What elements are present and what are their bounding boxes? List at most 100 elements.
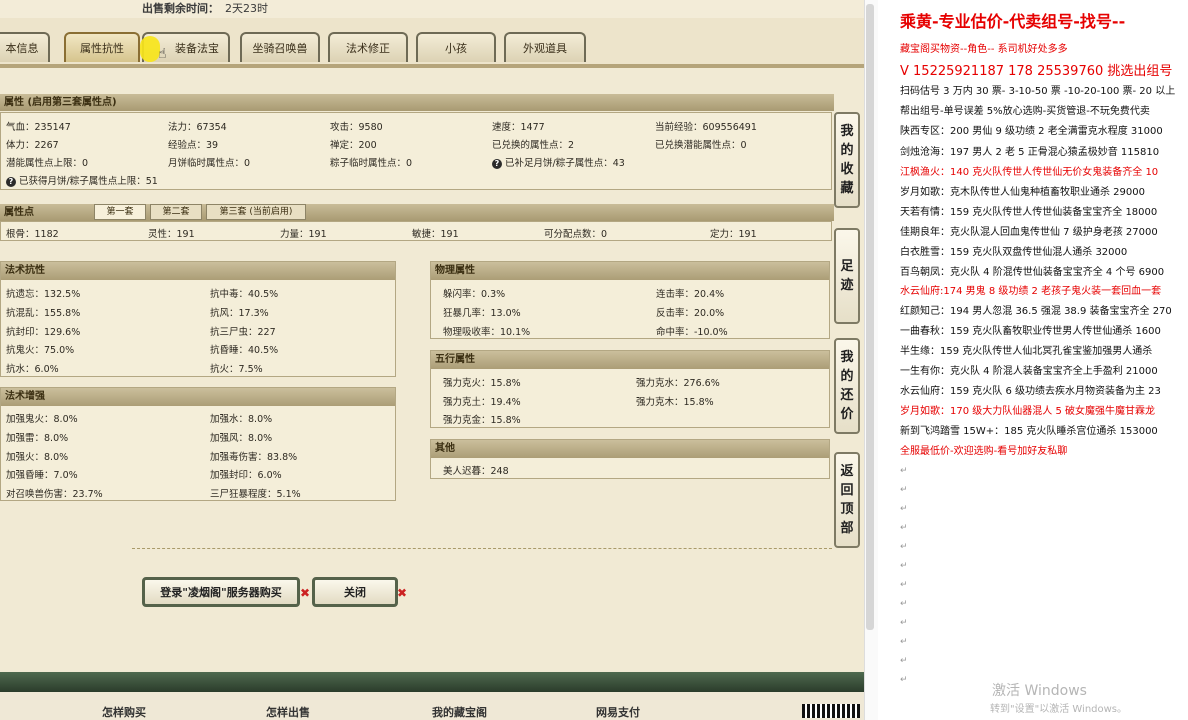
attr-hp: 气血：235147 [6, 122, 71, 133]
resist-ghostfire: 抗鬼火：75.0% [6, 345, 75, 356]
doc-line: 新到飞鸿踏雪 15W+：185 克火队睡杀宫位通杀 153000 [900, 426, 1158, 437]
attr-mooncake-limit: ? 已获得月饼/粽子属性点上限：51 [6, 173, 158, 187]
doc-line: 天若有情：159 克火队传世人传世仙装备宝宝齐全 18000 [900, 207, 1158, 218]
doc-line: 岁月如歌：克木队传世人仙鬼种植畜牧职业通杀 29000 [900, 187, 1145, 198]
help-icon[interactable]: ? [6, 177, 16, 187]
paragraph-mark-icon: ↵ [900, 675, 908, 685]
cursor-highlight [140, 36, 160, 62]
footer-link-how-to-buy[interactable]: 怎样购买 [102, 704, 146, 720]
paragraph-mark-icon: ↵ [900, 580, 908, 590]
phys-combo: 连击率：20.4% [656, 289, 725, 300]
paragraph-mark-icon: ↵ [900, 561, 908, 571]
sale-time-value: 2天23时 [225, 2, 268, 15]
document-pane: 乘黄-专业估价-代卖组号-找号-- 藏宝阁买物资--角色-- 系司机好处多多 V … [878, 0, 1188, 720]
paragraph-mark-icon: ↵ [900, 656, 908, 666]
doc-line: 百鸟朝凤：克火队 4 阶混传世仙装备宝宝齐全 4 个号 6900 [900, 267, 1165, 278]
close-button[interactable]: 关闭 [312, 577, 398, 607]
boost-seal: 加强封印：6.0% [210, 470, 282, 481]
tab-basic-info[interactable]: 本信息 [0, 32, 50, 62]
resist-wind: 抗风：17.3% [210, 308, 269, 319]
tab-attribute-resist[interactable]: 属性抗性 [64, 32, 140, 62]
boost-poison: 加强毒伤害：83.8% [210, 452, 298, 463]
doc-line: 帮出组号-单号误差 5%放心选购-买货管退-不玩免费代卖 [900, 106, 1150, 117]
boost-summon-damage: 对召唤兽伤害：23.7% [6, 489, 103, 500]
boost-box: 法术增强 [0, 387, 396, 501]
doc-line: V 15225921187 178 25539760 挑选出组号 [900, 64, 1173, 79]
scrollbar-thumb[interactable] [866, 4, 874, 630]
tab-appearance[interactable]: 外观道具 [504, 32, 586, 62]
wx-earth: 强力克土：19.4% [443, 397, 521, 408]
wx-metal: 强力克金：15.8% [443, 415, 521, 426]
paragraph-mark-icon: ↵ [900, 637, 908, 647]
resist-header: 法术抗性 [1, 262, 395, 280]
back-to-top-button[interactable]: 返回顶部 [834, 452, 860, 548]
doc-line: 全服最低价-欢迎选购-看号加好友私聊 [900, 446, 1068, 457]
paragraph-mark-icon: ↵ [900, 542, 908, 552]
boost-sanshi-rage: 三尸狂暴程度：5.1% [210, 489, 301, 500]
sale-remaining-time: 出售剩余时间： 2天23时 [142, 0, 268, 16]
boost-water: 加强水：8.0% [210, 414, 273, 425]
resist-sanshi: 抗三尸虫：227 [210, 327, 276, 338]
wx-water: 强力克水：276.6% [636, 378, 720, 389]
tab-spell-correction[interactable]: 法术修正 [328, 32, 408, 62]
divider [132, 548, 832, 549]
attr-attack: 攻击：9580 [330, 122, 383, 133]
subtab-set-3[interactable]: 第三套 (当前启用) [206, 204, 306, 220]
boost-sleep: 加强昏睡：7.0% [6, 470, 78, 481]
attr-zongzi-temp: 粽子临时属性点：0 [330, 158, 413, 169]
paragraph-mark-icon: ↵ [900, 523, 908, 533]
footer-link-netease-pay[interactable]: 网易支付 [596, 704, 640, 720]
paragraph-mark-icon: ↵ [900, 466, 908, 476]
attr-mp: 法力：67354 [168, 122, 227, 133]
wx-wood: 强力克木：15.8% [636, 397, 714, 408]
attr-exp: 当前经验：609556491 [655, 122, 757, 133]
other-header: 其他 [431, 440, 829, 458]
boost-ghostfire: 加强鬼火：8.0% [6, 414, 78, 425]
doc-line: 藏宝阁买物资--角色-- 系司机好处多多 [900, 44, 1068, 55]
doc-line: 佳期良年：克火队混人回血鬼传世仙 7 级护身老孩 27000 [900, 227, 1158, 238]
boost-wind: 加强风：8.0% [210, 433, 273, 444]
doc-line: 白衣胜雪：159 克火队双盘传世仙混人通杀 32000 [900, 247, 1128, 258]
tab-child[interactable]: 小孩 [416, 32, 496, 62]
tab-mount-summon[interactable]: 坐骑召唤兽 [240, 32, 320, 62]
point-assignable: 可分配点数：0 [544, 229, 608, 240]
point-strength: 力量：191 [280, 229, 327, 240]
attr-mooncake-temp: 月饼临时属性点：0 [168, 158, 251, 169]
doc-line: 一生有你：克火队 4 阶混人装备宝宝齐全上手盈利 21000 [900, 366, 1158, 377]
bottom-bar [0, 672, 864, 692]
mouse-cursor-icon: ☝ [158, 46, 167, 62]
subtab-set-1[interactable]: 第一套 [94, 204, 146, 220]
footprints-button[interactable]: 足迹 [834, 228, 860, 324]
attr-filled-points: ? 已补足月饼/粽子属性点：43 [492, 155, 625, 169]
resist-water: 抗水：6.0% [6, 364, 59, 375]
phys-absorb: 物理吸收率：10.1% [443, 327, 531, 338]
doc-line: 一曲春秋：159 克火队畜牧职业传世男人传世仙通杀 1600 [900, 326, 1161, 337]
windows-activation-subtitle: 转到"设置"以激活 Windows。 [990, 704, 1128, 715]
my-bargain-button[interactable]: 我的还价 [834, 338, 860, 434]
game-pane: 出售剩余时间： 2天23时 本信息 属性抗性 装备法宝 坐骑召唤兽 法术修正 小孩… [0, 0, 864, 720]
qr-code-icon [802, 704, 860, 718]
point-spirit: 灵性：191 [148, 229, 195, 240]
my-favorites-button[interactable]: 我的收藏 [834, 112, 860, 208]
top-strip: 出售剩余时间： 2天23时 [0, 0, 864, 18]
close-x-icon: ✖ [397, 586, 408, 600]
subtab-set-2[interactable]: 第二套 [150, 204, 202, 220]
resist-seal: 抗封印：129.6% [6, 327, 81, 338]
paragraph-mark-icon: ↵ [900, 618, 908, 628]
boost-header: 法术增强 [1, 388, 395, 406]
doc-title: 乘黄-专业估价-代卖组号-找号-- [900, 12, 1126, 31]
phys-rage: 狂暴几率：13.0% [443, 308, 521, 319]
login-buy-button[interactable]: 登录"凌烟阁"服务器购买 [142, 577, 300, 607]
resist-poison: 抗中毒：40.5% [210, 289, 279, 300]
attr-potential-limit: 潜能属性点上限：0 [6, 158, 89, 169]
doc-line: 剑烛沧海：197 男人 2 老 5 正骨混心猿孟极妙音 115810 [900, 147, 1160, 158]
paragraph-mark-icon: ↵ [900, 504, 908, 514]
paragraph-mark-icon: ↵ [900, 599, 908, 609]
footer-link-my-treasure[interactable]: 我的藏宝阁 [432, 704, 487, 720]
footer-link-how-to-sell[interactable]: 怎样出售 [266, 704, 310, 720]
attr-exp-points: 经验点：39 [168, 140, 219, 151]
close-x-icon: ✖ [300, 586, 311, 600]
attr-exchanged-points: 已兑换的属性点：2 [492, 140, 575, 151]
point-agility: 敏捷：191 [412, 229, 459, 240]
help-icon[interactable]: ? [492, 159, 502, 169]
